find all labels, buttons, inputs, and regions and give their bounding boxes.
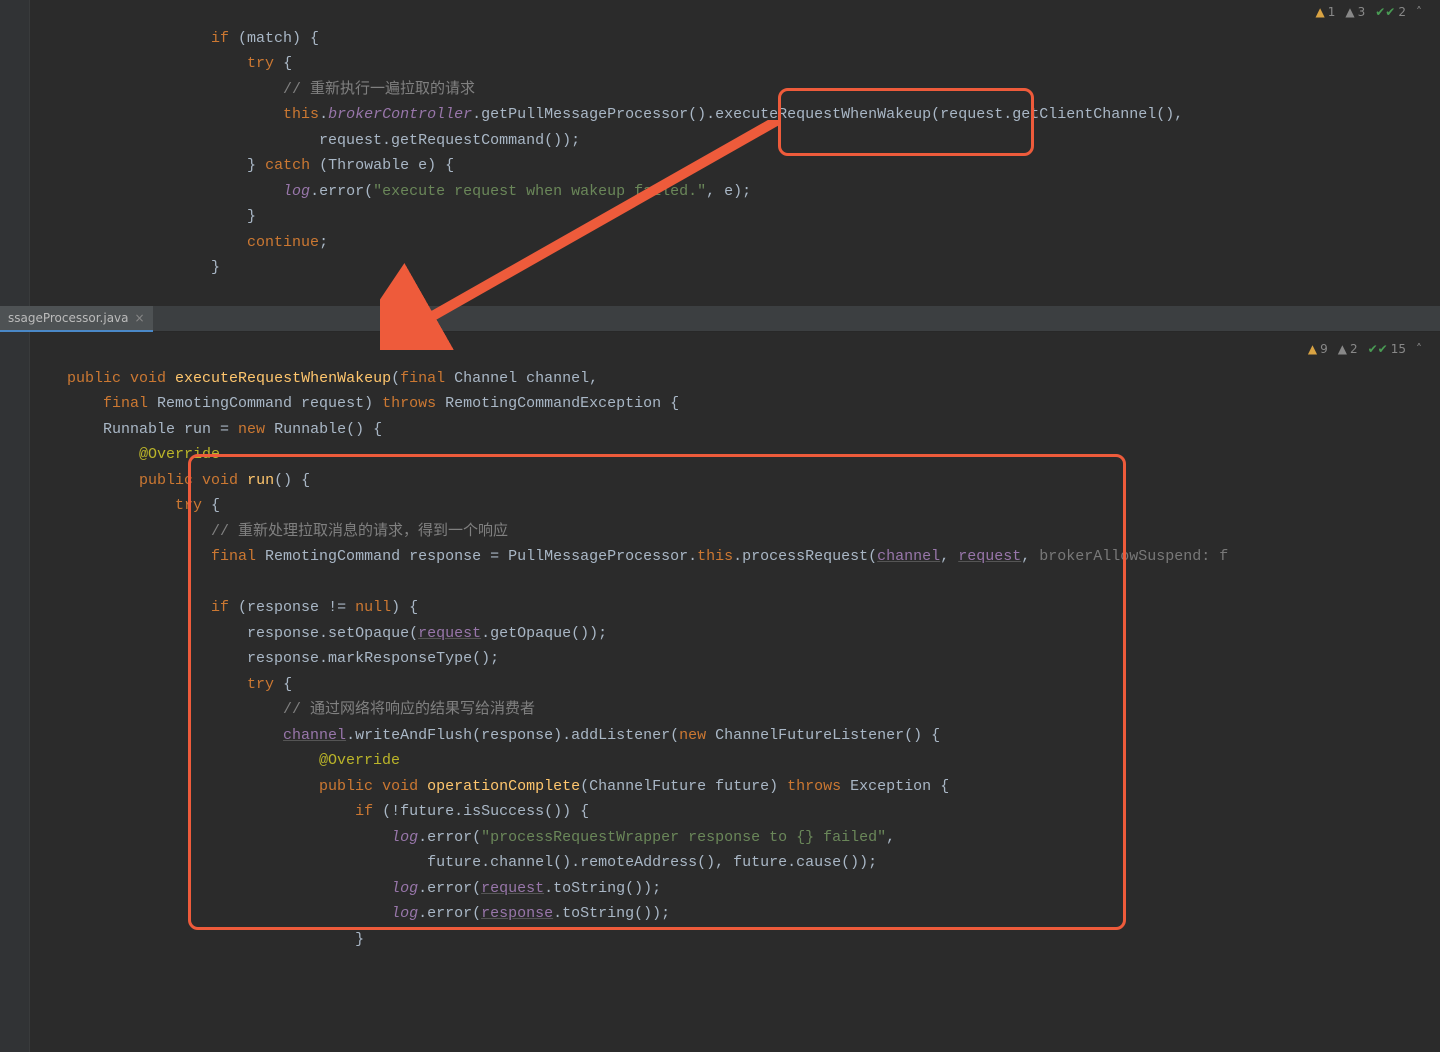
close-icon[interactable]: × <box>135 311 145 325</box>
inspections-bottom[interactable]: ▲9 ▲2 ✔✔15 ˄ <box>1308 342 1422 356</box>
triangle-yellow-icon: ▲ <box>1308 342 1317 356</box>
warning-gray[interactable]: ▲2 <box>1338 342 1358 356</box>
editor-pane-bottom: ▲9 ▲2 ✔✔15 ˄ public void executeRequestW… <box>0 332 1440 978</box>
pass-green[interactable]: ✔✔15 <box>1368 342 1406 356</box>
inspections-top[interactable]: ▲1 ▲3 ✔✔2 ˄ <box>1316 5 1423 19</box>
tab-label: ssageProcessor.java <box>8 311 129 325</box>
triangle-gray-icon: ▲ <box>1338 342 1347 356</box>
chevron-up-icon[interactable]: ˄ <box>1416 342 1422 356</box>
warning-gray[interactable]: ▲3 <box>1345 5 1365 19</box>
warning-yellow[interactable]: ▲1 <box>1316 5 1336 19</box>
warning-yellow[interactable]: ▲9 <box>1308 342 1328 356</box>
check-icon: ✔✔ <box>1368 342 1388 356</box>
pass-green[interactable]: ✔✔2 <box>1375 5 1406 19</box>
gutter-top <box>0 0 30 306</box>
triangle-yellow-icon: ▲ <box>1316 5 1325 19</box>
code-area-bottom[interactable]: public void executeRequestWhenWakeup(fin… <box>0 332 1440 978</box>
chevron-up-icon[interactable]: ˄ <box>1416 5 1422 19</box>
tab-bar: ssageProcessor.java × <box>0 306 1440 332</box>
gutter-bottom <box>0 332 30 1052</box>
editor-pane-top: ▲1 ▲3 ✔✔2 ˄ if (match) { try { // 重新执行一遍… <box>0 0 1440 306</box>
check-icon: ✔✔ <box>1375 5 1395 19</box>
code-area-top[interactable]: if (match) { try { // 重新执行一遍拉取的请求 this.b… <box>0 0 1440 306</box>
triangle-gray-icon: ▲ <box>1345 5 1354 19</box>
tab-file[interactable]: ssageProcessor.java × <box>0 306 153 332</box>
